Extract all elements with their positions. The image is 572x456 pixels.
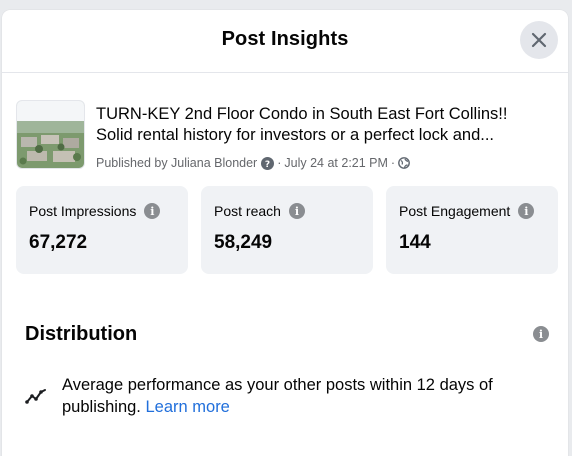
info-icon[interactable]: i: [144, 203, 161, 219]
post-thumbnail[interactable]: [16, 100, 85, 169]
learn-more-link[interactable]: Learn more: [145, 398, 229, 416]
metric-label-container: Post Impressions i: [29, 203, 161, 219]
post-date[interactable]: July 24 at 2:21 PM: [284, 156, 388, 170]
info-icon[interactable]: i: [518, 203, 535, 219]
post-title-line-2: Solid rental history for investors or a …: [96, 126, 495, 144]
close-button[interactable]: [520, 21, 558, 59]
meta-separator: ·: [390, 156, 396, 170]
metric-label: Post Impressions: [29, 203, 137, 219]
metric-value: 144: [399, 232, 431, 253]
post-title-line-1: TURN-KEY 2nd Floor Condo in South East F…: [96, 105, 508, 123]
metric-label: Post Engagement: [399, 203, 511, 219]
post-meta: Published by Juliana Blonder ? · July 24…: [96, 156, 410, 170]
svg-text:?: ?: [265, 160, 270, 170]
info-icon[interactable]: i: [288, 203, 305, 219]
dialog-title: Post Insights: [221, 28, 349, 50]
metric-value: 58,249: [214, 232, 273, 253]
metric-label-container: Post Engagement i: [399, 203, 535, 219]
dialog-header: Post Insights: [2, 10, 568, 73]
distribution-description: Average performance as your other posts …: [62, 376, 493, 416]
trend-line-icon: [25, 389, 46, 404]
screen: Post Insights TURN-KEY 2nd Floor Condo i…: [0, 0, 572, 456]
post-title[interactable]: TURN-KEY 2nd Floor Condo in South East F…: [96, 104, 554, 146]
question-icon[interactable]: ?: [261, 156, 275, 170]
distribution-heading: Distribution: [25, 323, 138, 345]
info-icon[interactable]: i: [533, 326, 549, 342]
metric-label-container: Post reach i: [214, 203, 305, 219]
globe-icon: [398, 157, 410, 169]
close-icon: [531, 32, 547, 48]
aerial-photo-thumbnail: [17, 101, 84, 168]
metric-value: 67,272: [29, 232, 88, 253]
post-summary: TURN-KEY 2nd Floor Condo in South East F…: [16, 100, 554, 180]
metric-label: Post reach: [214, 203, 281, 219]
metric-card-reach: Post reach i 58,249: [201, 186, 373, 274]
metrics-cards: Post Impressions i 67,272 Post reach i 5…: [16, 186, 558, 274]
meta-separator: ·: [277, 156, 282, 170]
metric-card-impressions: Post Impressions i 67,272: [16, 186, 188, 274]
distribution-text-block: Average performance as your other posts …: [62, 374, 562, 418]
post-insights-dialog: Post Insights TURN-KEY 2nd Floor Condo i…: [2, 10, 568, 456]
published-by: Published by Juliana Blonder: [96, 156, 258, 170]
metric-card-engagement: Post Engagement i 144: [386, 186, 558, 274]
